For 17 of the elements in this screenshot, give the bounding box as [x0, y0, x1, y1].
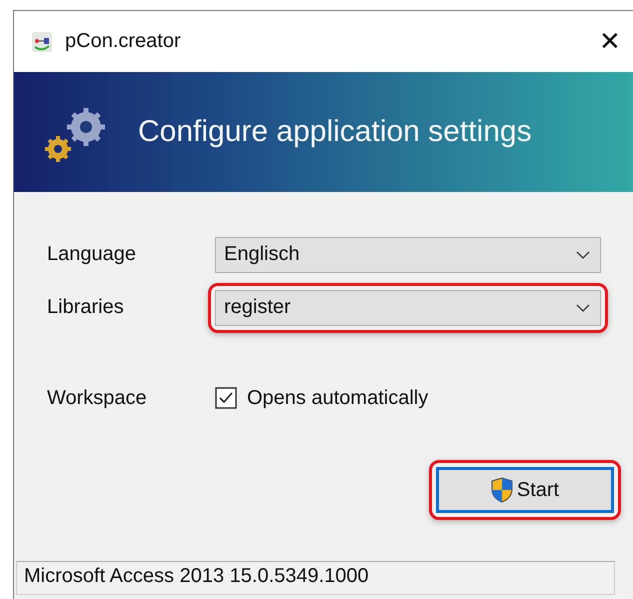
- field-label: Workspace: [47, 386, 148, 410]
- dropdown[interactable]: register: [215, 290, 601, 326]
- window-title: pCon.creator: [65, 30, 182, 53]
- start-button[interactable]: Start: [436, 467, 614, 513]
- close-button[interactable]: ✕: [599, 26, 621, 57]
- chevron-icon: [576, 304, 590, 312]
- gears-icon: [42, 105, 108, 165]
- field-label: Language: [47, 243, 137, 266]
- checkbox[interactable]: [215, 387, 237, 409]
- field-label: Libraries: [47, 296, 125, 319]
- checkbox-label[interactable]: Opens automatically: [247, 386, 428, 410]
- banner-title: Configure application settings: [138, 115, 532, 149]
- chevron-icon: [576, 250, 590, 258]
- status-bar: Microsoft Access 2013 15.0.5349.1000: [16, 561, 615, 595]
- shield-icon: [490, 477, 513, 503]
- dropdown[interactable]: Englisch: [215, 236, 601, 272]
- app-icon: [31, 30, 53, 52]
